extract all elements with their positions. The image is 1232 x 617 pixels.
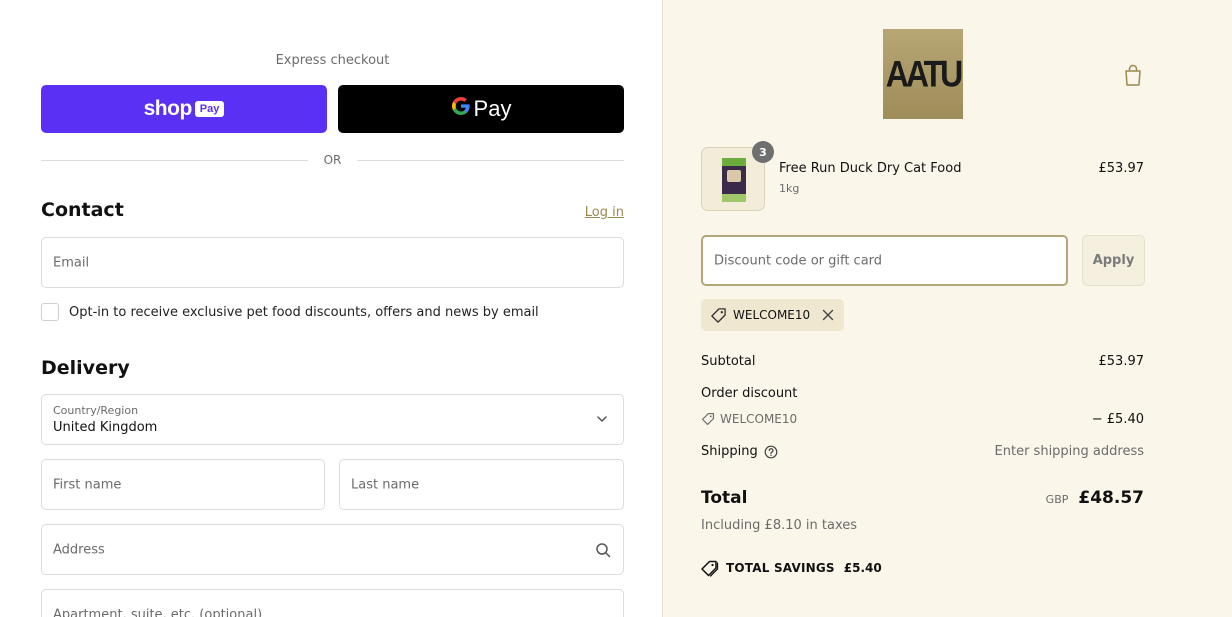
discount-placeholder: Discount code or gift card — [714, 253, 883, 268]
currency-code: GBP — [1045, 493, 1069, 506]
help-circle-icon[interactable] — [764, 445, 778, 459]
shop-pay-button[interactable]: shop Pay — [41, 85, 327, 133]
subtotal-value: £53.97 — [1098, 354, 1145, 369]
total-amount: £48.57 — [1078, 488, 1144, 508]
email-field[interactable]: Email — [41, 237, 624, 288]
product-image — [722, 158, 746, 202]
discount-code-input[interactable]: Discount code or gift card — [701, 235, 1068, 286]
product-name: Free Run Duck Dry Cat Food — [779, 161, 962, 176]
marketing-optin: Opt-in to receive exclusive pet food dis… — [41, 303, 539, 321]
optin-label: Opt-in to receive exclusive pet food dis… — [69, 304, 539, 320]
applied-coupon-chip: WELCOME10 — [701, 299, 845, 331]
optin-checkbox[interactable] — [41, 303, 59, 321]
last-name-field[interactable]: Last name — [339, 459, 624, 510]
google-g-svg — [451, 97, 470, 115]
tag-icon — [711, 307, 726, 323]
apartment-field[interactable]: Apartment, suite, etc. (optional) — [41, 589, 624, 617]
close-icon[interactable] — [822, 309, 834, 321]
chevron-down-icon — [597, 416, 607, 422]
address-placeholder: Address — [53, 542, 105, 557]
total-savings-amount: £5.40 — [843, 561, 882, 575]
applied-coupon-code: WELCOME10 — [733, 308, 811, 322]
discount-code-text: WELCOME10 — [720, 412, 798, 426]
shipping-label-row: Shipping — [701, 444, 778, 459]
email-placeholder: Email — [53, 255, 90, 270]
divider-line-left — [41, 159, 308, 161]
country-label: Country/Region — [53, 404, 139, 417]
taxes-note: Including £8.10 in taxes — [701, 518, 858, 533]
country-select[interactable]: Country/Region United Kingdom — [41, 394, 624, 445]
tags-icon — [701, 560, 719, 577]
brand-logo[interactable]: AATU — [883, 29, 963, 119]
logo-text: AATU — [885, 52, 963, 95]
product-price: £53.97 — [1098, 161, 1145, 176]
quantity-badge: 3 — [752, 141, 774, 163]
product-image-face — [727, 170, 741, 182]
login-link[interactable]: Log in — [540, 205, 624, 220]
address-field[interactable]: Address — [41, 524, 624, 575]
shop-pay-chip: Pay — [194, 101, 225, 117]
shopping-bag-icon[interactable] — [1122, 63, 1144, 87]
country-value: United Kingdom — [53, 420, 158, 435]
total-savings-row: TOTAL SAVINGS £5.40 — [701, 559, 882, 577]
first-name-placeholder: First name — [53, 477, 122, 492]
contact-heading: Contact — [41, 199, 124, 221]
product-image-foot — [722, 194, 746, 202]
first-name-field[interactable]: First name — [41, 459, 325, 510]
order-discount-label: Order discount — [701, 386, 798, 401]
google-g-icon — [451, 96, 471, 122]
order-summary-panel: AATU 3 Free Run Duck Dry Cat Food 1kg £5… — [662, 0, 1232, 617]
shipping-label: Shipping — [701, 444, 758, 459]
product-variant: 1kg — [779, 182, 800, 195]
delivery-heading: Delivery — [41, 357, 130, 379]
google-pay-button[interactable]: Pay — [338, 85, 624, 133]
discount-code-row: WELCOME10 — [701, 412, 797, 426]
subtotal-label: Subtotal — [701, 354, 756, 369]
tag-icon — [701, 412, 715, 426]
discount-amount: − £5.40 — [1091, 412, 1144, 427]
or-text: OR — [323, 153, 342, 167]
apply-discount-button[interactable]: Apply — [1082, 235, 1145, 286]
apartment-placeholder: Apartment, suite, etc. (optional) — [53, 607, 263, 617]
divider-line-right — [357, 159, 625, 161]
total-label: Total — [701, 488, 748, 508]
last-name-placeholder: Last name — [351, 477, 420, 492]
total-value-group: GBP £48.57 — [1046, 488, 1144, 508]
total-savings-label: TOTAL SAVINGS — [726, 561, 835, 575]
search-icon — [596, 543, 611, 558]
product-image-band — [722, 158, 746, 166]
shop-pay-wordmark: shop — [143, 97, 193, 120]
express-checkout-label: Express checkout — [275, 53, 390, 68]
product-thumbnail: 3 — [701, 141, 774, 211]
checkout-form-panel: Express checkout shop Pay Pay OR Contact… — [0, 0, 662, 617]
or-divider: OR — [41, 152, 625, 168]
google-pay-label: Pay — [473, 96, 512, 121]
shipping-value: Enter shipping address — [994, 444, 1144, 459]
